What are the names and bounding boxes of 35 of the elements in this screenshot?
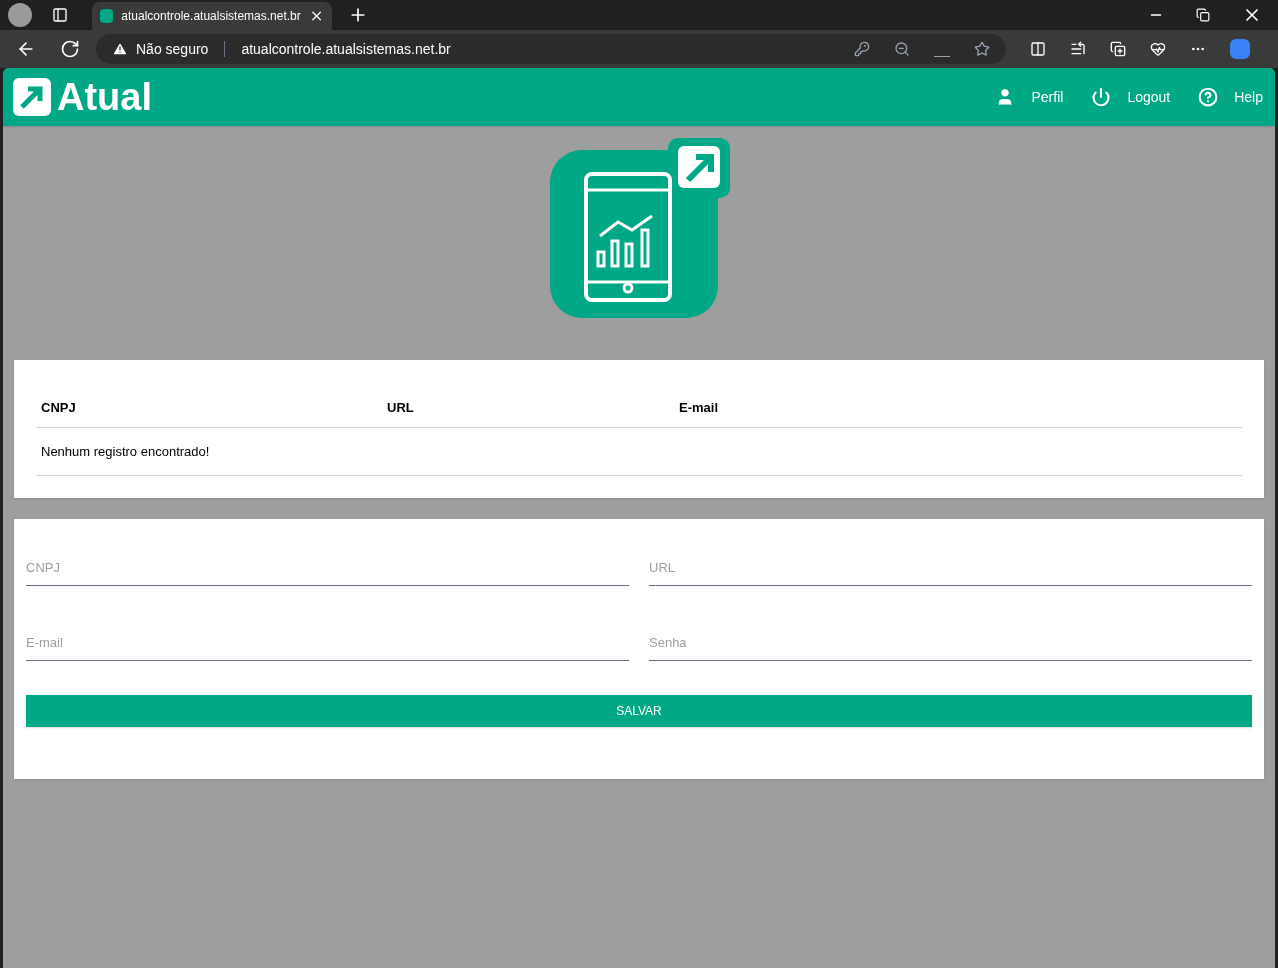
logo-text: Atual [57,74,152,120]
address-bar[interactable]: Não seguro atualcontrole.atualsistemas.net.br [96,34,1006,64]
logo-icon [11,76,53,118]
nav-link[interactable]: Logout [1091,86,1171,108]
nav-link[interactable]: Help [1198,86,1263,108]
favicon-icon [100,9,114,23]
nav-link[interactable]: Perfil [995,86,1064,108]
column-header: E-mail [679,399,718,415]
zoom-out-icon[interactable] [894,41,910,57]
health-icon[interactable] [1150,41,1166,57]
column-header: CNPJ [41,399,76,415]
input-field[interactable]: URL [649,549,1252,586]
favorites-icon[interactable] [1070,41,1086,57]
input-field[interactable]: E-mail [26,624,629,661]
input-field[interactable]: Senha [649,624,1252,661]
tab-actions-icon[interactable] [52,7,68,23]
reload-icon[interactable] [60,39,80,59]
warning-icon [112,41,128,57]
app-logo-icon [548,138,730,320]
empty-message: Nenhum registro encontrado! [41,442,210,461]
tab-title: atualcontrole.atualsistemas.net.br [121,8,301,25]
column-header: URL [387,399,414,415]
split-screen-icon[interactable] [1030,41,1046,57]
collections-icon[interactable] [1110,41,1126,57]
input-field[interactable]: CNPJ [26,549,629,586]
url-text: atualcontrole.atualsistemas.net.br [241,39,451,59]
security-label: Não seguro [136,39,209,59]
browser-tab[interactable]: atualcontrole.atualsistemas.net.br [92,2,332,30]
key-icon[interactable] [854,41,870,57]
save-button[interactable]: SALVAR [26,695,1252,727]
star-icon[interactable] [974,41,990,57]
restore-icon[interactable] [1196,8,1210,22]
profile-avatar[interactable] [8,3,32,27]
help-icon [1198,87,1219,107]
power-icon [1091,87,1112,107]
